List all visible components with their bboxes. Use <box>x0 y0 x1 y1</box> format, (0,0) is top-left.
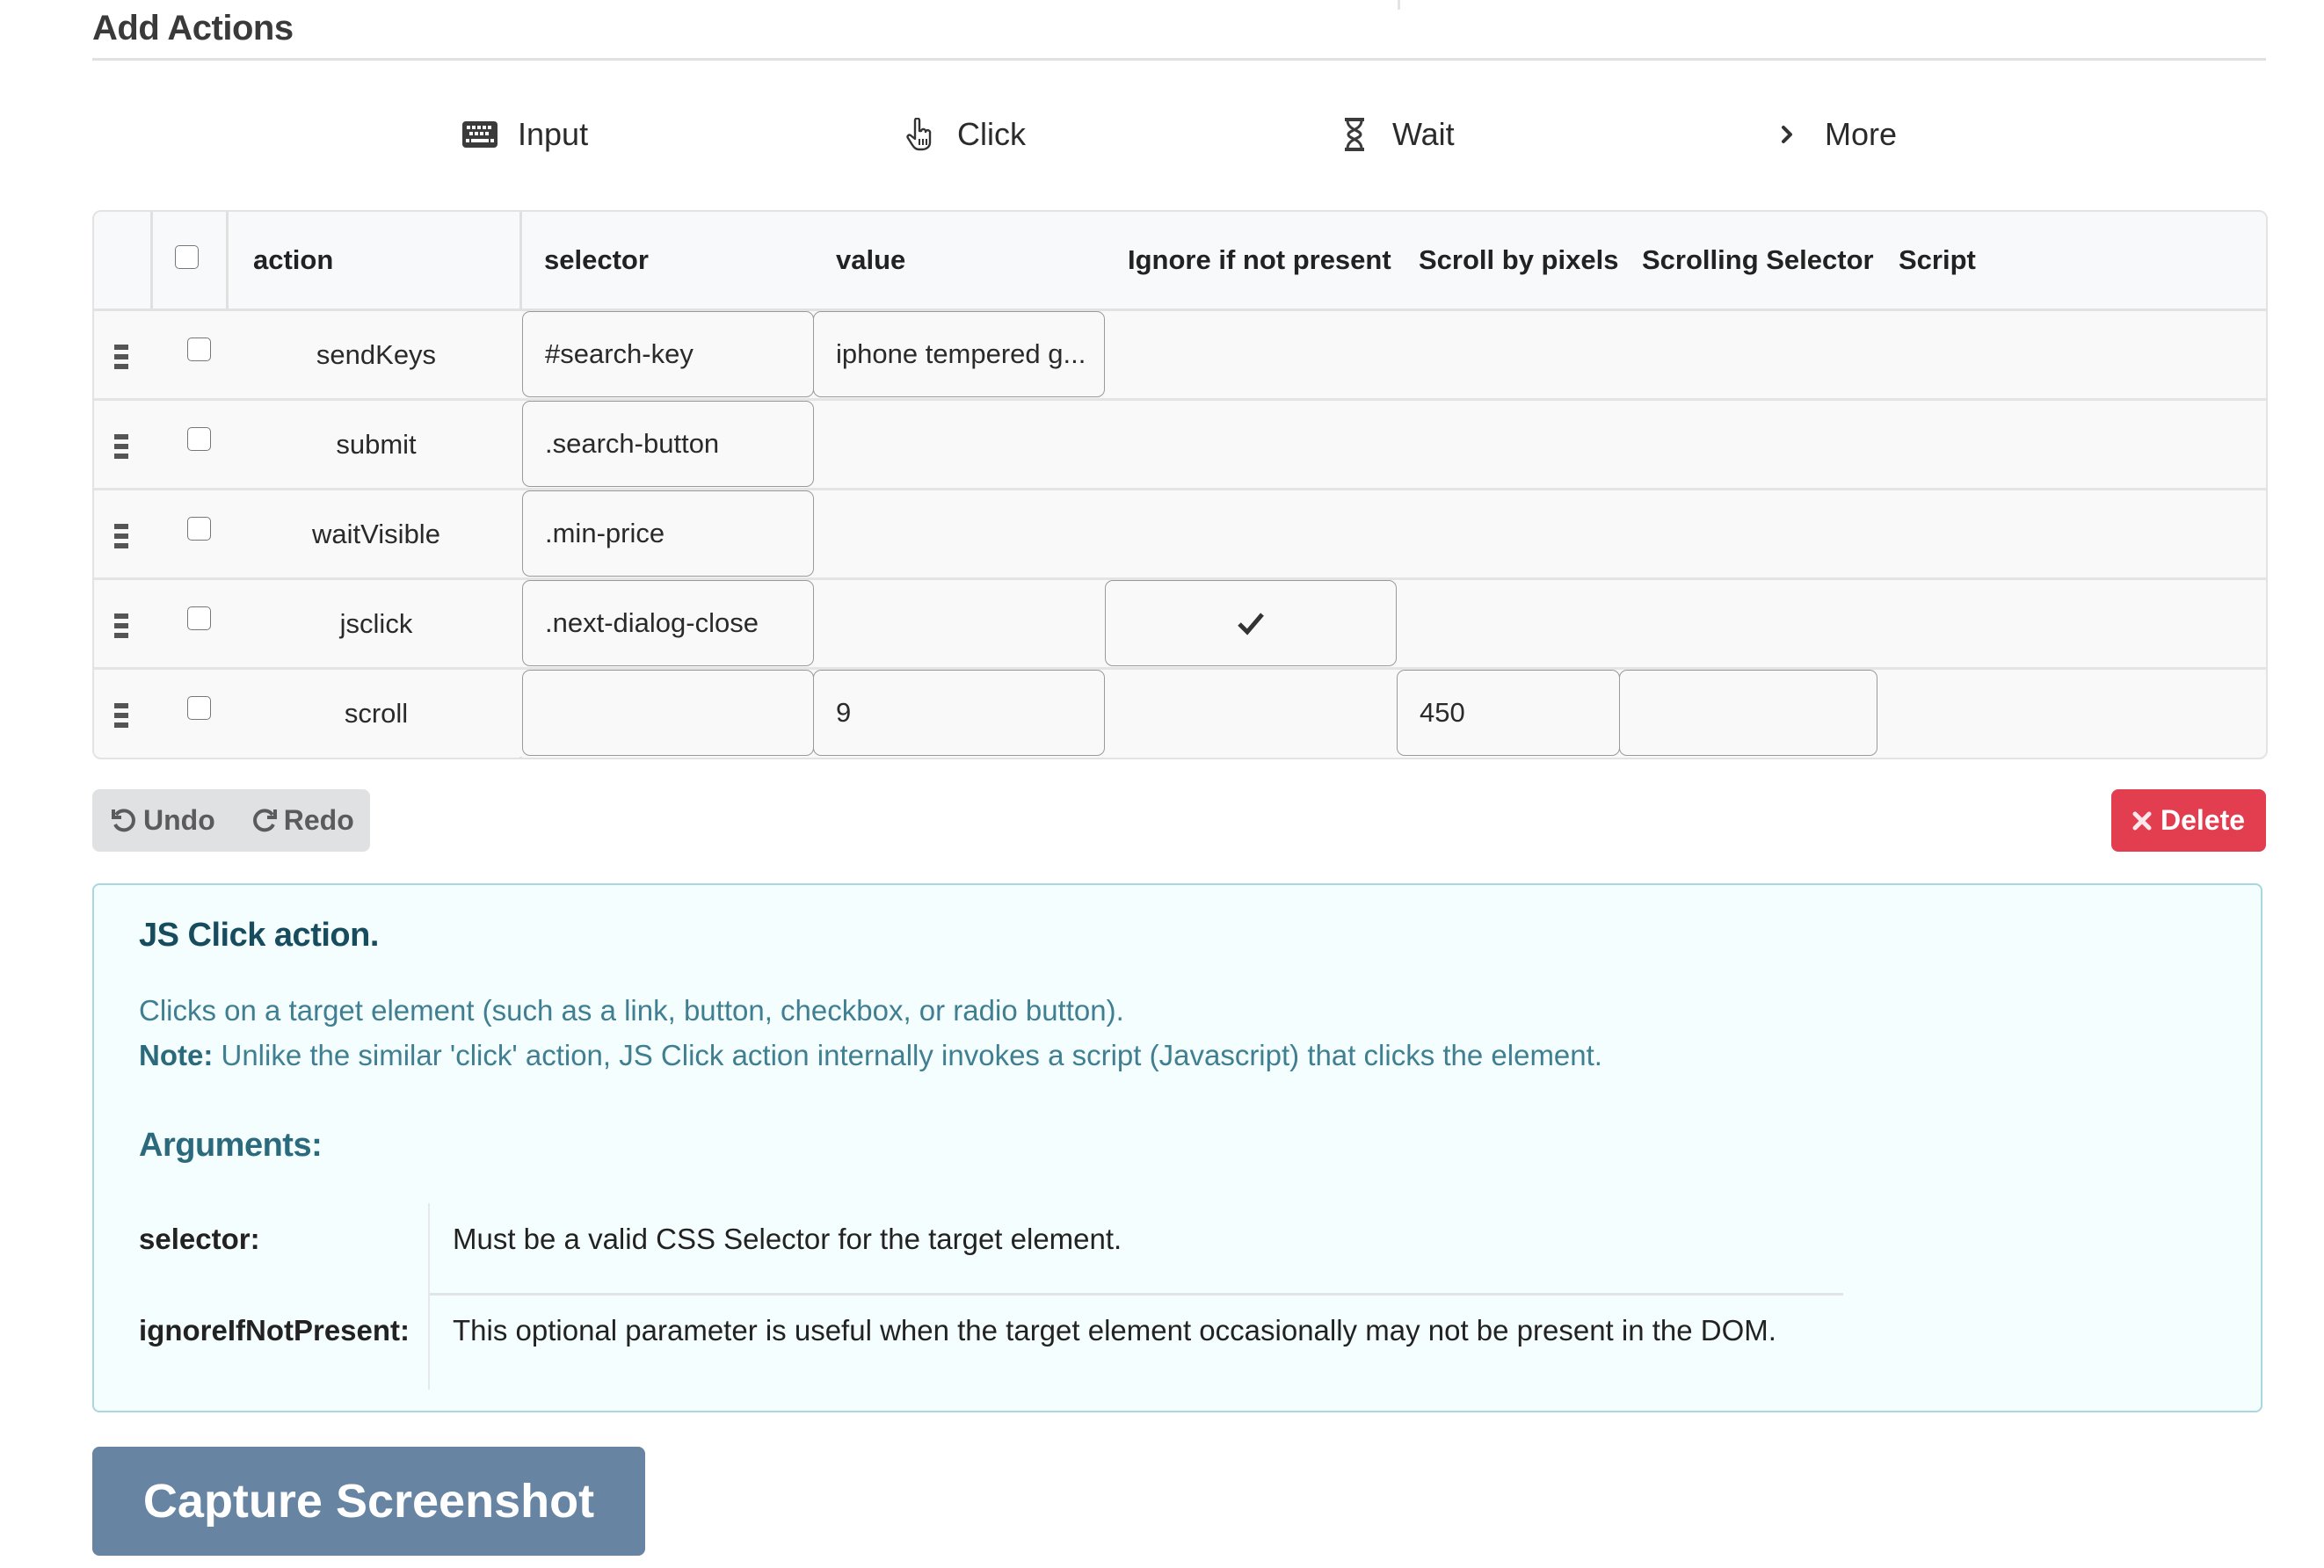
table-row[interactable]: sendKeys #search-key iphone tempered g..… <box>94 311 2266 401</box>
column-divider <box>150 212 153 309</box>
column-header-ignore-if-not-present: Ignore if not present <box>1128 244 1391 275</box>
ignore-if-not-present-toggle[interactable] <box>1105 580 1397 666</box>
undo-icon <box>112 808 135 831</box>
drag-handle-icon[interactable] <box>114 613 128 638</box>
drag-handle-icon[interactable] <box>114 703 128 728</box>
row-action: jsclick <box>339 607 413 639</box>
add-input-button[interactable]: Input <box>461 111 588 158</box>
table-row[interactable]: waitVisible .min-price <box>94 490 2266 580</box>
arguments-row-divider <box>430 1293 1843 1296</box>
column-header-scroll-by-pixels: Scroll by pixels <box>1419 244 1619 275</box>
table-row[interactable]: scroll 9 450 <box>94 670 2266 757</box>
selector-input[interactable] <box>522 670 814 756</box>
close-icon <box>2132 811 2152 830</box>
action-help-panel: JS Click action. Clicks on a target elem… <box>92 883 2262 1412</box>
undo-button[interactable]: Undo <box>92 789 233 852</box>
selector-input[interactable]: #search-key <box>522 311 814 397</box>
redo-button[interactable]: Redo <box>233 789 372 852</box>
argument-description: Must be a valid CSS Selector for the tar… <box>453 1223 1122 1255</box>
help-description: Clicks on a target element (such as a li… <box>139 994 1124 1027</box>
scroll-by-pixels-input[interactable]: 450 <box>1397 670 1620 756</box>
arguments-divider <box>428 1203 430 1390</box>
row-checkbox[interactable] <box>187 517 211 541</box>
column-divider <box>519 212 522 309</box>
redo-label: Redo <box>283 804 354 836</box>
delete-button[interactable]: Delete <box>2111 789 2266 852</box>
scrolling-selector-input[interactable] <box>1619 670 1877 756</box>
capture-screenshot-button[interactable]: Capture Screenshot <box>92 1447 645 1556</box>
top-divider <box>1398 0 1400 10</box>
row-action: waitVisible <box>312 518 440 549</box>
column-header-script: Script <box>1899 244 1976 275</box>
delete-label: Delete <box>2160 804 2246 836</box>
row-checkbox[interactable] <box>187 696 211 720</box>
column-header-selector: selector <box>544 244 649 275</box>
table-header: action selector value Ignore if not pres… <box>94 212 2266 311</box>
add-click-label: Click <box>957 116 1026 152</box>
value-input[interactable]: iphone tempered g... <box>813 311 1105 397</box>
value-input[interactable]: 9 <box>813 670 1105 756</box>
note-label: Note: <box>139 1039 214 1071</box>
add-wait-button[interactable]: Wait <box>1336 111 1455 158</box>
history-button-group: Undo Redo <box>92 789 370 852</box>
row-action: submit <box>336 428 417 460</box>
add-wait-label: Wait <box>1392 116 1455 152</box>
column-header-value: value <box>836 244 906 275</box>
checkmark-icon <box>1238 613 1264 635</box>
undo-label: Undo <box>143 804 215 836</box>
note-text: Unlike the similar 'click' action, JS Cl… <box>213 1039 1602 1071</box>
drag-handle-icon[interactable] <box>114 345 128 369</box>
column-header-action: action <box>253 244 334 275</box>
drag-handle-icon[interactable] <box>114 434 128 459</box>
hourglass-icon <box>1336 116 1373 153</box>
add-click-button[interactable]: Click <box>901 111 1026 158</box>
column-divider <box>226 212 229 309</box>
drag-handle-icon[interactable] <box>114 524 128 548</box>
selector-input[interactable]: .min-price <box>522 490 814 577</box>
keyboard-icon <box>461 116 498 153</box>
row-action: scroll <box>344 697 409 729</box>
add-input-label: Input <box>518 116 589 152</box>
row-action: sendKeys <box>316 338 437 370</box>
help-title: JS Click action. <box>139 917 379 954</box>
more-actions-label: More <box>1825 116 1898 152</box>
selector-input[interactable]: .search-button <box>522 401 814 487</box>
actions-table: action selector value Ignore if not pres… <box>92 210 2268 759</box>
argument-name: selector: <box>139 1223 260 1255</box>
row-checkbox[interactable] <box>187 427 211 451</box>
table-row[interactable]: submit .search-button <box>94 401 2266 490</box>
title-divider <box>92 58 2266 61</box>
more-actions-button[interactable]: More <box>1768 111 1897 158</box>
select-all-checkbox[interactable] <box>175 245 199 269</box>
column-header-scrolling-selector: Scrolling Selector <box>1642 244 1874 275</box>
row-checkbox[interactable] <box>187 606 211 630</box>
page-title: Add Actions <box>92 9 294 47</box>
table-row[interactable]: jsclick .next-dialog-close <box>94 580 2266 670</box>
argument-name: ignoreIfNotPresent: <box>139 1314 410 1347</box>
arguments-title: Arguments: <box>139 1127 323 1164</box>
row-checkbox[interactable] <box>187 338 211 361</box>
selector-input[interactable]: .next-dialog-close <box>522 580 814 666</box>
argument-description: This optional parameter is useful when t… <box>453 1314 1776 1347</box>
help-note: Note: Unlike the similar 'click' action,… <box>139 1039 1602 1072</box>
hand-pointer-icon <box>901 116 938 153</box>
chevron-right-icon <box>1768 116 1805 153</box>
redo-icon <box>252 808 277 831</box>
